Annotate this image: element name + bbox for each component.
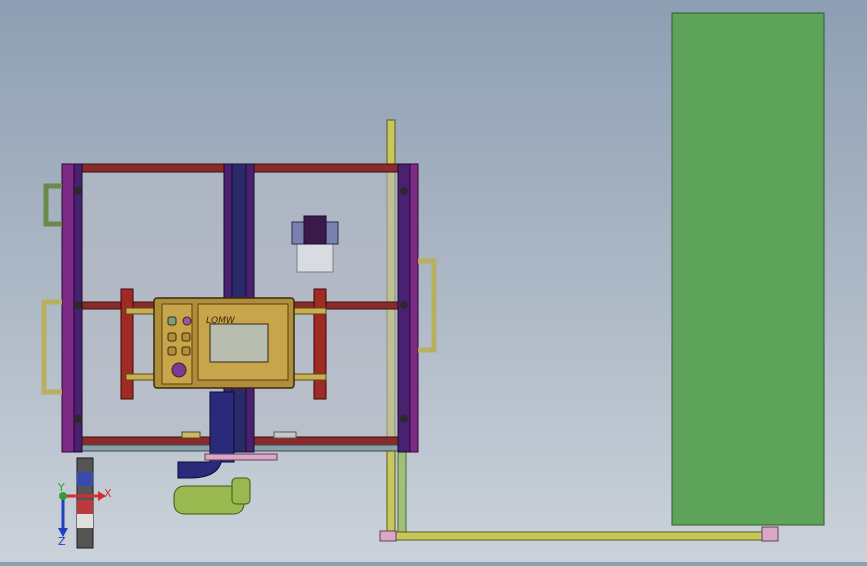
hmi-brand-label: LQMW: [206, 316, 236, 326]
green-cabinet-panel[interactable]: [671, 12, 825, 526]
signal-tower[interactable]: [76, 457, 94, 549]
left-handles[interactable]: [41, 183, 62, 395]
axis-y-label: Y: [57, 481, 65, 494]
cad-viewport[interactable]: LQMW X Y Z: [0, 0, 867, 562]
axis-z-label: Z: [58, 535, 66, 548]
mounted-sensor-block[interactable]: [291, 215, 339, 273]
hmi-control-panel[interactable]: LQMW: [153, 297, 295, 389]
axis-x-label: X: [104, 487, 112, 500]
right-handle[interactable]: [418, 258, 437, 353]
cad-model-canvas[interactable]: LQMW X Y Z: [0, 0, 867, 562]
green-motor[interactable]: [173, 477, 251, 515]
hmi-screen[interactable]: [209, 323, 269, 363]
